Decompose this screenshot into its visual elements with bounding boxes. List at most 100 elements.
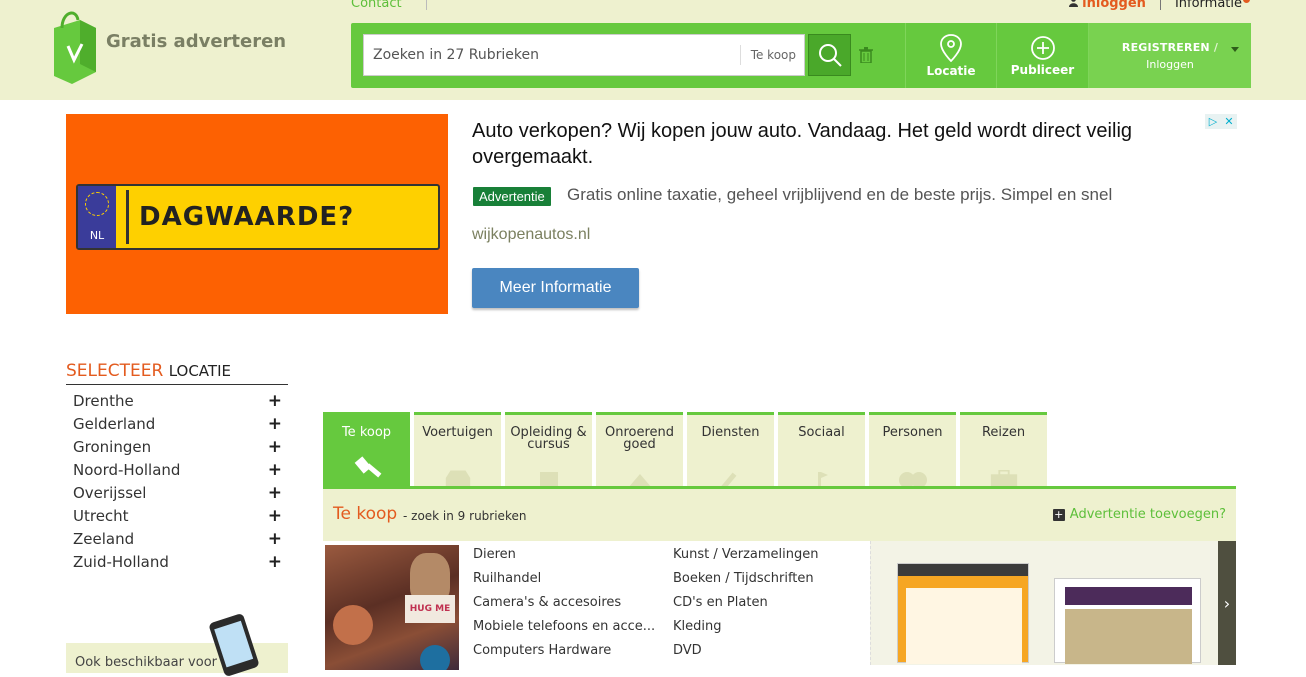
plus-icon[interactable]: + (268, 437, 282, 457)
plus-icon[interactable]: + (268, 552, 282, 572)
close-icon[interactable]: ✕ (1221, 114, 1237, 129)
tab-onroerend-goed[interactable]: Onroerend goed (596, 412, 683, 488)
province-item[interactable]: Drenthe + (66, 389, 288, 412)
wrench-icon (716, 466, 746, 488)
tab-sociaal[interactable]: Sociaal (778, 412, 865, 488)
house-icon (625, 466, 655, 488)
notification-dot (1243, 0, 1250, 3)
tab-label: Opleiding & cursus (510, 425, 587, 452)
tab-diensten[interactable]: Diensten (687, 412, 774, 488)
tab-te-koop[interactable]: Te koop (323, 412, 410, 488)
location-label: Locatie (926, 63, 976, 78)
tab-voertuigen[interactable]: Voertuigen (414, 412, 501, 488)
map-pin-icon (940, 33, 962, 62)
trash-icon[interactable] (859, 47, 873, 63)
register-login-button[interactable]: REGISTREREN / Inloggen (1088, 23, 1251, 88)
login-label: Inloggen (1146, 57, 1194, 71)
promo-thumbnail[interactable] (897, 563, 1029, 664)
tab-label: Voertuigen (422, 425, 493, 440)
location-button[interactable]: Locatie (905, 23, 996, 88)
category-subtitle: - zoek in 9 rubrieken (403, 509, 527, 523)
suitcase-icon (989, 466, 1019, 488)
province-item[interactable]: Groningen + (66, 435, 288, 458)
eu-flag: NL (78, 186, 116, 248)
category-title: Te koop (333, 504, 398, 524)
plate-text: DAGWAARDE? (139, 202, 355, 232)
promo-carousel: › (870, 541, 1236, 665)
category-list-2: Kunst / Verzamelingen Boeken / Tijdschri… (673, 547, 863, 667)
ad-description: Gratis online taxatie, geheel vrijblijve… (567, 185, 1113, 204)
list-item[interactable]: Mobiele telefoons en acce... (473, 619, 663, 643)
tab-label: Reizen (981, 425, 1026, 440)
site-logo[interactable]: Gratis adverteren (50, 6, 286, 84)
province-item[interactable]: Overijssel + (66, 481, 288, 504)
category-image[interactable]: HUG ME (325, 545, 459, 670)
publish-button[interactable]: Publiceer (996, 23, 1088, 88)
app-promo[interactable]: Ook beschikbaar voor (66, 612, 288, 677)
plus-icon[interactable]: + (268, 483, 282, 503)
promo-thumbnail[interactable] (1054, 578, 1201, 664)
tab-label: Sociaal (798, 425, 845, 440)
plus-icon[interactable]: + (268, 414, 282, 434)
plus-icon[interactable]: + (268, 391, 282, 411)
list-item[interactable]: Ruilhandel (473, 571, 663, 595)
adchoices-icon[interactable]: ▷ (1205, 114, 1221, 129)
ad-image[interactable]: NL DAGWAARDE? (66, 114, 448, 314)
list-item[interactable]: Computers Hardware (473, 643, 663, 667)
user-icon (1069, 0, 1079, 7)
plus-icon[interactable]: + (268, 506, 282, 526)
plus-icon[interactable]: + (268, 460, 282, 480)
plus-icon[interactable]: + (268, 529, 282, 549)
list-item[interactable]: DVD (673, 643, 863, 667)
add-ad-link[interactable]: + Advertentie toevoegen? (1052, 507, 1226, 522)
ad-badge: Advertentie (473, 187, 551, 206)
logo-text: Gratis adverteren (106, 30, 287, 52)
search-category-select[interactable]: Te koop (739, 45, 804, 65)
music-icon (807, 466, 837, 488)
shopping-bag-icon (54, 11, 96, 84)
province-item[interactable]: Zuid-Holland + (66, 550, 288, 573)
divider (1159, 0, 1161, 10)
plate-country: NL (89, 229, 105, 242)
province-item[interactable]: Zeeland + (66, 527, 288, 550)
login-link[interactable]: inloggen (1069, 0, 1146, 11)
plus-circle-icon (1030, 35, 1055, 60)
ad-domain[interactable]: wijkopenautos.nl (472, 226, 590, 244)
tab-reizen[interactable]: Reizen (960, 412, 1047, 488)
location-heading-highlight: SELECTEER (66, 361, 164, 381)
info-link-label: Informatie (1174, 0, 1242, 11)
info-link[interactable]: Informatie (1175, 0, 1250, 11)
chevron-right-icon[interactable]: › (1218, 541, 1236, 665)
eu-stars-icon (85, 192, 109, 216)
top-links: Contact (351, 0, 427, 11)
book-icon (534, 466, 564, 488)
category-tabs: Te koop Voertuigen Opleiding & cursus On… (323, 412, 1051, 488)
plate-divider (126, 190, 129, 244)
top-right-links: inloggen Informatie (1069, 0, 1250, 11)
ad-title[interactable]: Auto verkopen? Wij kopen jouw auto. Vand… (472, 118, 1202, 170)
list-item[interactable]: Kleding (673, 619, 863, 643)
list-item[interactable]: Camera's & accesoires (473, 595, 663, 619)
gavel-icon (352, 456, 382, 484)
province-item[interactable]: Noord-Holland + (66, 458, 288, 481)
list-item[interactable]: Kunst / Verzamelingen (673, 547, 863, 571)
list-item[interactable]: Dieren (473, 547, 663, 571)
image-sign-text: HUG ME (405, 595, 455, 623)
chevron-down-icon (1231, 47, 1239, 52)
tab-opleiding[interactable]: Opleiding & cursus (505, 412, 592, 488)
search-field[interactable]: Zoeken in 27 Rubrieken Te koop (363, 34, 805, 76)
tab-personen[interactable]: Personen (869, 412, 956, 488)
ad-more-info-button[interactable]: Meer Informatie (472, 268, 639, 308)
adchoices[interactable]: ▷ ✕ (1205, 114, 1237, 129)
province-item[interactable]: Utrecht + (66, 504, 288, 527)
search-input[interactable]: Zoeken in 27 Rubrieken (364, 47, 740, 63)
contact-link[interactable]: Contact (351, 0, 402, 11)
login-link-label: inloggen (1082, 0, 1146, 11)
province-list: Drenthe + Gelderland + Groningen + Noord-Ho… (66, 389, 288, 573)
app-promo-text: Ook beschikbaar voor (75, 655, 218, 670)
province-item[interactable]: Gelderland + (66, 412, 288, 435)
list-item[interactable]: CD's en Platen (673, 595, 863, 619)
search-button[interactable] (808, 34, 851, 76)
list-item[interactable]: Boeken / Tijdschriften (673, 571, 863, 595)
car-icon (443, 466, 473, 488)
